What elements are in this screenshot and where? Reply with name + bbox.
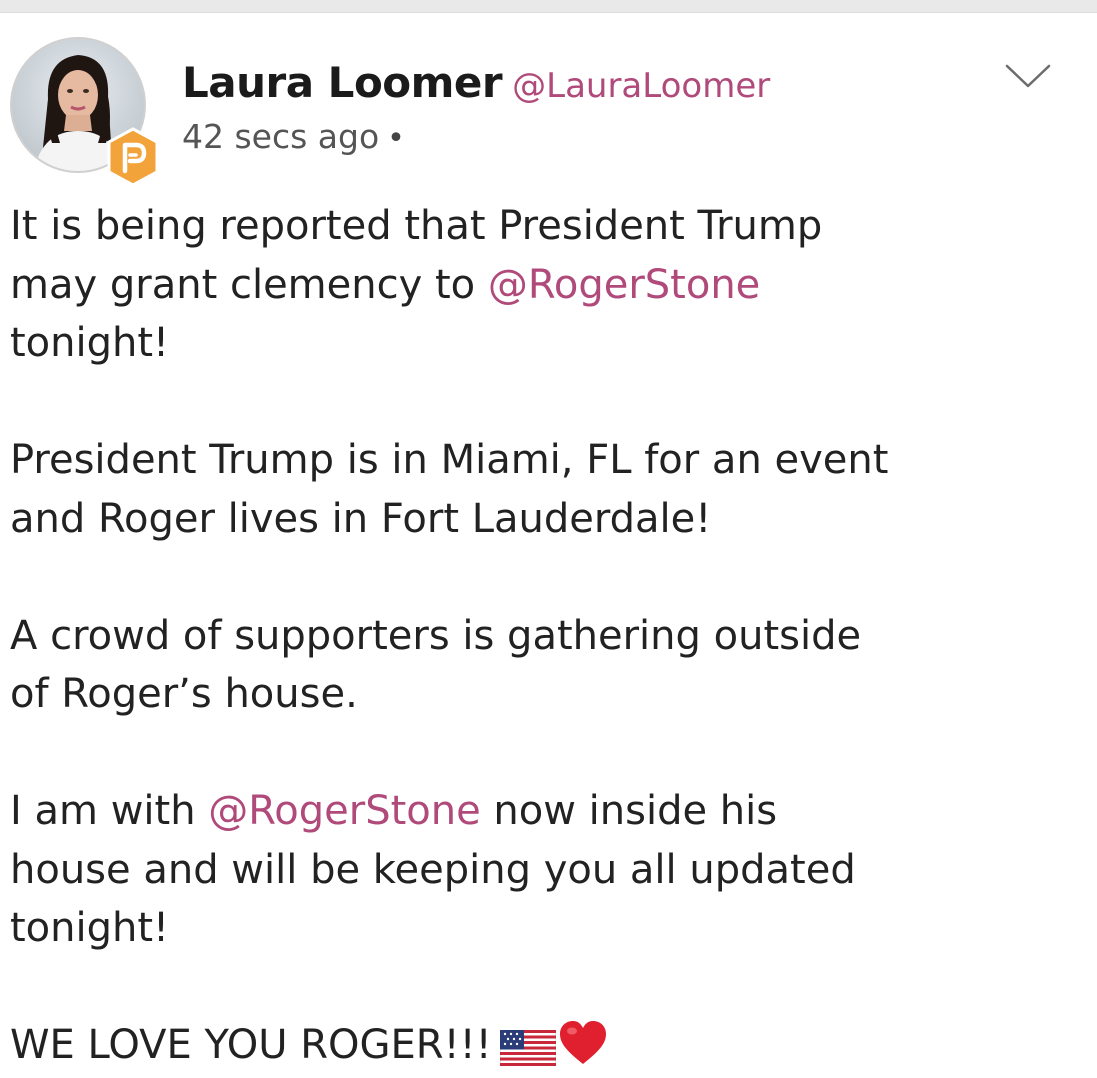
post-body: It is being reported that President Trum… — [10, 197, 1090, 1075]
post-text-line: of Roger’s house. — [10, 671, 358, 717]
post-text-line: WE LOVE YOU ROGER!!! — [10, 1016, 1090, 1075]
post-header: Laura Loomer @LauraLoomer — [182, 58, 770, 107]
post-text-line: It is being reported that President Trum… — [10, 203, 823, 249]
post-text: now inside his — [480, 788, 778, 834]
post-text: may grant clemency to — [10, 261, 488, 308]
post-text-line: may grant clemency to @RogerStone — [10, 256, 1090, 315]
post-timestamp[interactable]: 42 secs ago — [182, 117, 379, 156]
post-paragraph: I am with @RogerStone now inside his hou… — [10, 782, 1090, 958]
post-text: WE LOVE YOU ROGER!!! — [10, 1022, 492, 1068]
top-bar — [0, 0, 1097, 13]
meta-separator: • — [387, 121, 405, 156]
post-meta: 42 secs ago • — [182, 117, 405, 156]
post-text-line: and Roger lives in Fort Lauderdale! — [10, 495, 712, 542]
post-text-line: A crowd of supporters is gathering outsi… — [10, 612, 862, 659]
post-text: I am with — [10, 788, 209, 834]
mention-link[interactable]: @RogerStone — [208, 788, 480, 834]
author-name[interactable]: Laura Loomer — [182, 58, 503, 107]
author-handle[interactable]: @LauraLoomer — [512, 66, 770, 106]
post-text-line: President Trump is in Miami, FL for an e… — [10, 437, 889, 483]
post-text-line: house and will be keeping you all update… — [10, 846, 856, 893]
post-text-line: tonight! — [10, 320, 170, 366]
red-heart-icon — [559, 1021, 606, 1064]
post-text-line: I am with @RogerStone now inside his — [10, 782, 1090, 841]
post-paragraph: President Trump is in Miami, FL for an e… — [10, 431, 1090, 548]
parler-badge-icon — [107, 127, 159, 187]
post-paragraph: WE LOVE YOU ROGER!!! — [10, 1016, 1090, 1075]
post-paragraph: A crowd of supporters is gathering outsi… — [10, 607, 1090, 724]
post-text-line: tonight! — [10, 905, 170, 951]
author-avatar[interactable] — [10, 37, 159, 187]
mention-link[interactable]: @RogerStone — [488, 262, 760, 308]
us-flag-icon — [499, 1030, 556, 1066]
chevron-down-icon[interactable] — [1003, 60, 1053, 92]
post-paragraph: It is being reported that President Trum… — [10, 197, 1090, 373]
